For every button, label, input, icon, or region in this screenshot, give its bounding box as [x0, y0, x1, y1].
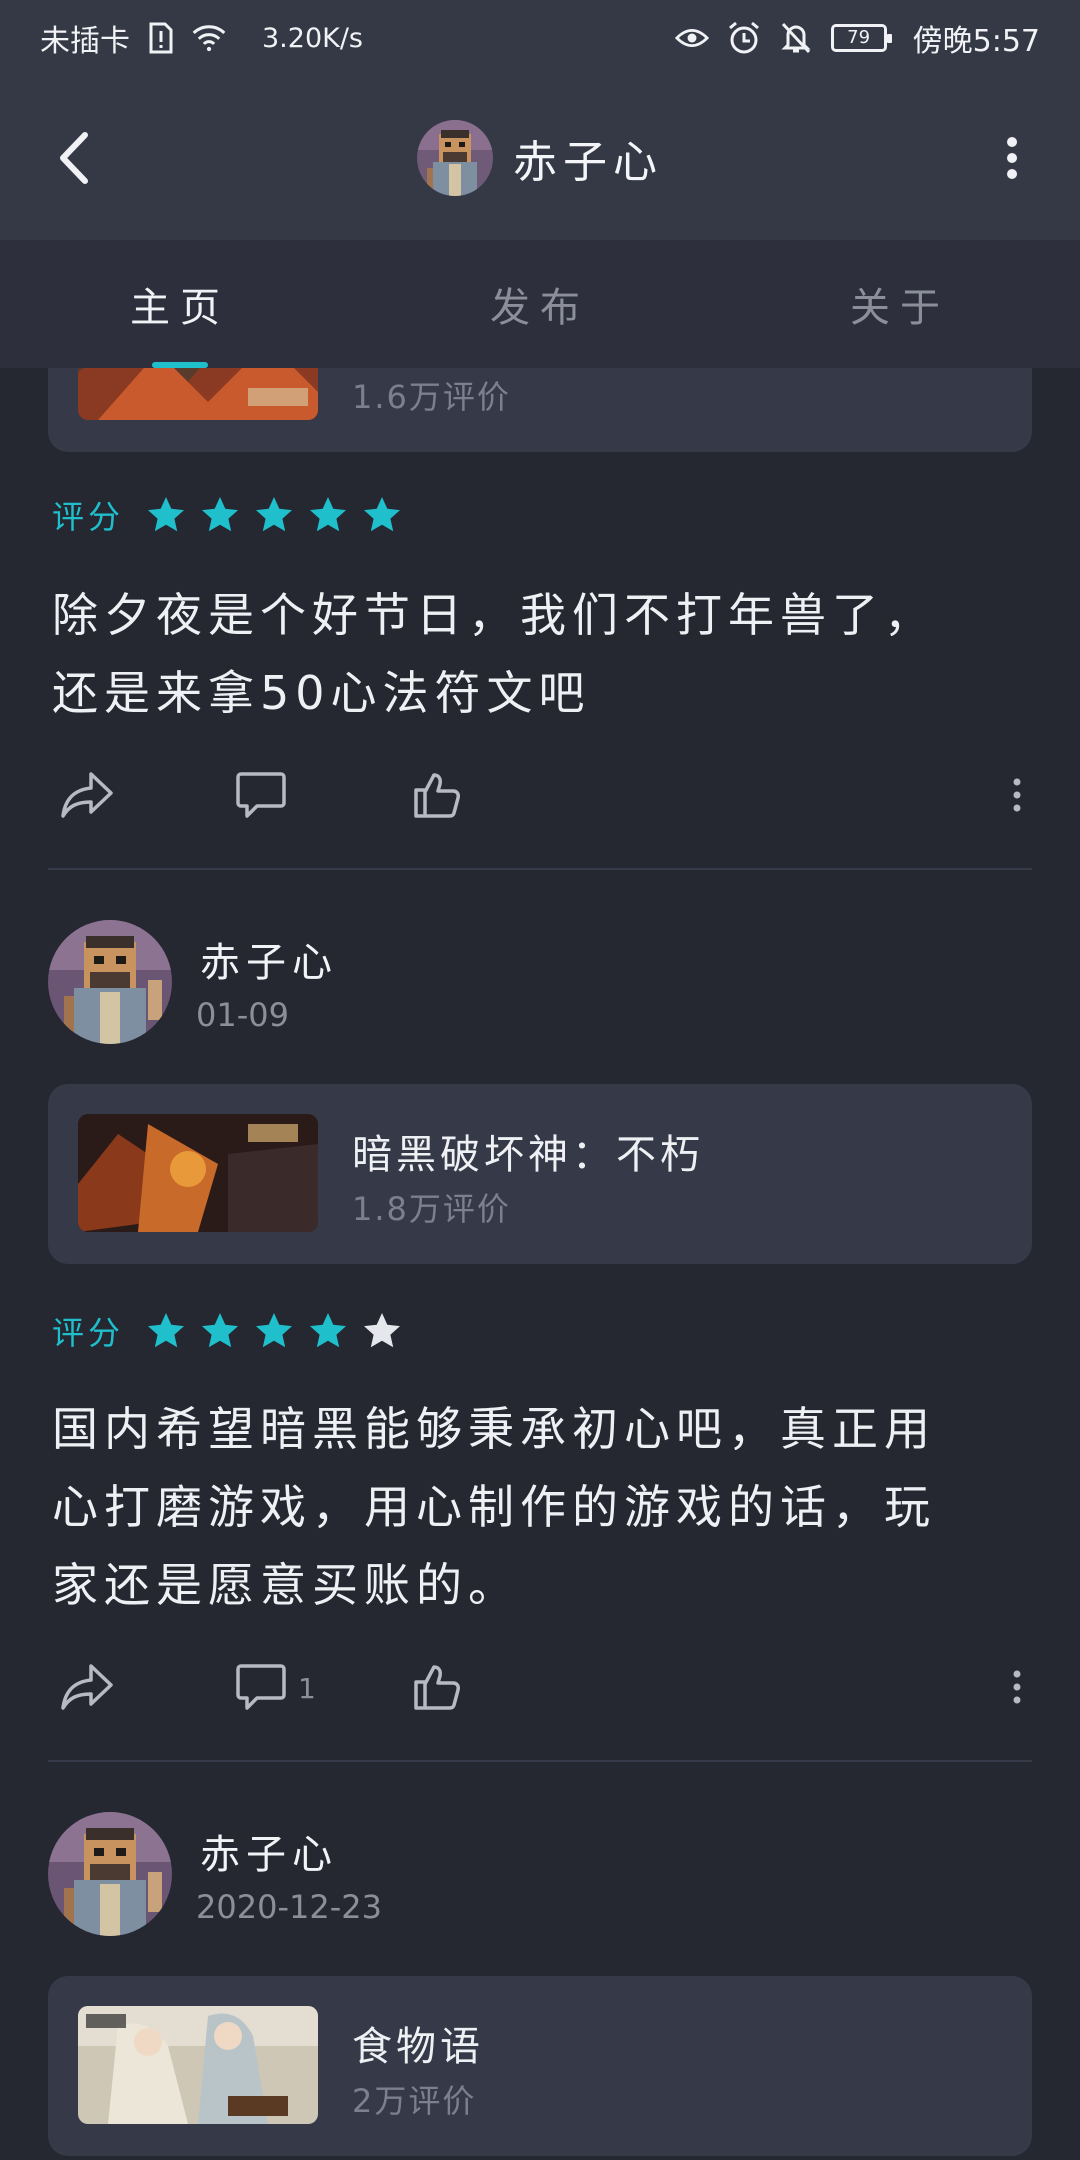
star-icon-filled	[310, 497, 347, 532]
post-author[interactable]: 赤子心 01-09	[48, 920, 1032, 1050]
game-review-count: 1.8万评价	[352, 1190, 511, 1228]
eye-icon	[674, 21, 709, 55]
tab-bar: 主页 发布 关于	[0, 240, 1080, 368]
comment-count: 1	[298, 1672, 316, 1705]
tab-posts-label: 发布	[490, 285, 590, 331]
share-button[interactable]	[52, 1652, 122, 1722]
game-name: 食物语	[352, 2024, 484, 2070]
app-bar: 赤子心	[0, 76, 1080, 240]
post-text-line: 除夕夜是个好节日，我们不打年兽了，	[52, 588, 936, 642]
post-more-button[interactable]	[982, 760, 1052, 830]
divider	[48, 868, 1032, 870]
star-rating	[146, 1311, 402, 1351]
post-text[interactable]: 除夕夜是个好节日，我们不打年兽了， 还是来拿50心法符文吧	[52, 576, 1012, 732]
tab-home[interactable]: 主页	[0, 240, 360, 368]
network-speed: 3.20K/s	[262, 22, 363, 54]
carrier-text: 未插卡	[40, 24, 130, 59]
post-text[interactable]: 国内希望暗黑能够秉承初心吧，真正用 心打磨游戏，用心制作的游戏的话，玩 家还是愿…	[52, 1390, 1012, 1624]
game-card[interactable]: 食物语 2万评价	[48, 1976, 1032, 2156]
rating-label: 评分	[52, 498, 125, 536]
post-text-line: 还是来拿50心法符文吧	[52, 666, 591, 720]
post-text-line: 心打磨游戏，用心制作的游戏的话，玩	[52, 1480, 936, 1534]
rating-row: 评分	[52, 1308, 402, 1354]
back-arrow-icon	[60, 132, 88, 184]
avatar	[48, 920, 172, 1044]
status-bar: 未插卡 3.20K/s 79 傍晚5:57	[0, 0, 1080, 76]
share-icon	[61, 1664, 113, 1710]
alarm-icon	[727, 21, 761, 55]
like-button[interactable]	[402, 760, 472, 830]
page-title: 赤子心	[513, 137, 663, 188]
comment-button[interactable]	[226, 1652, 296, 1722]
avatar	[48, 1812, 172, 1936]
post-date: 01-09	[196, 996, 289, 1034]
battery-indicator: 79	[830, 24, 892, 52]
comment-icon	[236, 1664, 286, 1710]
back-button[interactable]	[44, 128, 104, 188]
thumbs-up-icon	[414, 1665, 460, 1710]
tab-posts[interactable]: 发布	[360, 240, 720, 368]
author-name: 赤子心	[200, 940, 338, 986]
divider	[48, 1760, 1032, 1762]
post-actions	[52, 760, 1036, 830]
game-thumbnail	[78, 1114, 318, 1232]
post-text-line: 家还是愿意买账的。	[52, 1558, 520, 1612]
star-icon-filled	[310, 1313, 347, 1348]
game-name: 暗黑破坏神：不朽	[352, 1132, 704, 1178]
star-icon-filled	[256, 1313, 293, 1348]
comment-icon	[236, 772, 286, 818]
sim-alert-icon	[144, 21, 178, 55]
star-icon-filled	[148, 497, 185, 532]
rating-label: 评分	[52, 1314, 125, 1352]
more-vertical-icon	[1013, 778, 1021, 812]
avatar	[417, 120, 493, 196]
star-icon-filled	[364, 497, 401, 532]
game-thumbnail	[78, 368, 318, 420]
game-card[interactable]: 1.6万评价	[48, 368, 1032, 452]
star-rating	[146, 495, 402, 535]
star-icon-empty	[364, 1313, 401, 1348]
profile-title: 赤子心	[417, 120, 663, 196]
post-text-line: 国内希望暗黑能够秉承初心吧，真正用	[52, 1402, 936, 1456]
wifi-icon	[192, 21, 226, 55]
tab-home-label: 主页	[130, 285, 230, 331]
post-date: 2020-12-23	[196, 1888, 382, 1926]
star-icon-filled	[148, 1313, 185, 1348]
post-author[interactable]: 赤子心 2020-12-23	[48, 1812, 1032, 1942]
more-vertical-icon	[1007, 137, 1017, 179]
share-icon	[61, 772, 113, 818]
author-name: 赤子心	[200, 1832, 338, 1878]
star-icon-filled	[202, 497, 239, 532]
star-icon-filled	[202, 1313, 239, 1348]
post-actions: 1	[52, 1652, 1036, 1722]
like-button[interactable]	[402, 1652, 472, 1722]
bell-off-icon	[779, 21, 813, 55]
post-more-button[interactable]	[982, 1652, 1052, 1722]
rating-row: 评分	[52, 492, 402, 538]
thumbs-up-icon	[414, 773, 460, 818]
game-review-count: 2万评价	[352, 2082, 477, 2120]
game-thumbnail	[78, 2006, 318, 2124]
share-button[interactable]	[52, 760, 122, 830]
game-review-count: 1.6万评价	[352, 378, 511, 416]
feed: 1.6万评价 评分 除夕夜是个好节日，我们不打年兽了， 还是来拿50心法符文吧	[0, 368, 1080, 2160]
star-icon-filled	[256, 497, 293, 532]
clock: 傍晚5:57	[912, 24, 1040, 59]
more-vertical-icon	[1013, 1670, 1021, 1704]
comment-button[interactable]	[226, 760, 296, 830]
game-card[interactable]: 暗黑破坏神：不朽 1.8万评价	[48, 1084, 1032, 1264]
tab-about[interactable]: 关于	[720, 240, 1080, 368]
more-options-button[interactable]	[982, 128, 1042, 188]
tab-about-label: 关于	[850, 285, 950, 331]
